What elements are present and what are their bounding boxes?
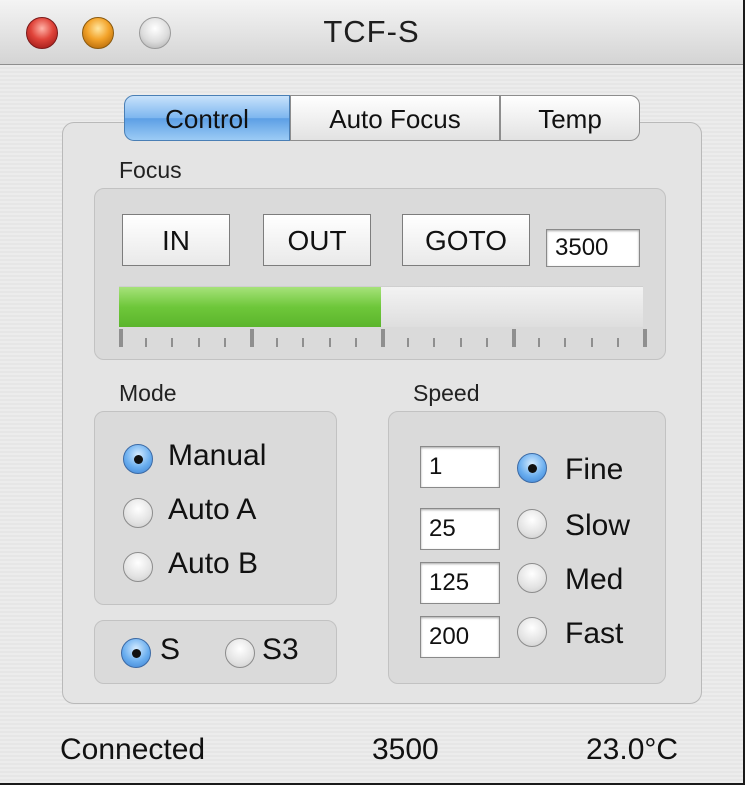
- scale-tick: [433, 338, 436, 347]
- scale-tick: [512, 329, 516, 347]
- speed-med-radio[interactable]: [517, 563, 547, 593]
- speed-fast-radio[interactable]: [517, 617, 547, 647]
- scale-tick: [250, 329, 254, 347]
- connection-status: Connected: [60, 733, 206, 766]
- scale-tick: [564, 338, 567, 347]
- scale-tick: [328, 338, 331, 347]
- focus-in-button[interactable]: IN: [122, 214, 230, 266]
- scale-tick: [643, 329, 647, 347]
- scale-tick: [616, 338, 619, 347]
- mode-auto-a-radio[interactable]: [123, 498, 153, 528]
- mode-auto-b-label[interactable]: Auto B: [168, 547, 258, 581]
- speed-fine-label[interactable]: Fine: [565, 453, 623, 487]
- mode-manual-radio[interactable]: [123, 444, 153, 474]
- scale-tick: [119, 329, 123, 347]
- speed-slow-label[interactable]: Slow: [565, 509, 630, 543]
- focus-label: Focus: [119, 157, 182, 183]
- scale-tick: [381, 329, 385, 347]
- scale-tick: [538, 338, 541, 347]
- tab-bar: Control Auto Focus Temp: [124, 95, 640, 143]
- scale-tick: [590, 338, 593, 347]
- mode-auto-b-radio[interactable]: [123, 552, 153, 582]
- speed-fine-radio[interactable]: [517, 453, 547, 483]
- scale-tick: [459, 338, 462, 347]
- scale-tick: [223, 338, 226, 347]
- mode-label: Mode: [119, 380, 177, 406]
- focus-out-button[interactable]: OUT: [263, 214, 371, 266]
- speed-slow-field[interactable]: 25: [420, 508, 500, 550]
- speed-fast-label[interactable]: Fast: [565, 617, 623, 651]
- model-s3-label[interactable]: S3: [262, 633, 299, 667]
- focus-position-bar: [119, 286, 643, 327]
- scale-tick: [354, 338, 357, 347]
- speed-fine-field[interactable]: 1: [420, 446, 500, 488]
- focus-position-fill: [119, 287, 381, 327]
- scale-tick: [407, 338, 410, 347]
- goto-position-field[interactable]: 3500: [546, 229, 640, 267]
- mode-manual-label[interactable]: Manual: [168, 439, 266, 473]
- focuser-position-readout: 3500: [372, 733, 439, 766]
- goto-button[interactable]: GOTO: [402, 214, 530, 266]
- scale-tick: [145, 338, 148, 347]
- tab-temp[interactable]: Temp: [500, 95, 640, 141]
- mode-auto-a-label[interactable]: Auto A: [168, 493, 256, 527]
- speed-slow-radio[interactable]: [517, 509, 547, 539]
- model-s3-radio[interactable]: [225, 638, 255, 668]
- speed-med-label[interactable]: Med: [565, 563, 623, 597]
- scale-tick: [485, 338, 488, 347]
- scale-tick: [171, 338, 174, 347]
- temperature-readout: 23.0°C: [586, 733, 679, 766]
- app-window: TCF-S Control Auto Focus Temp Focus IN O…: [0, 0, 745, 785]
- model-s-radio[interactable]: [121, 638, 151, 668]
- speed-med-field[interactable]: 125: [420, 562, 500, 604]
- model-s-label[interactable]: S: [160, 633, 180, 667]
- window-title: TCF-S: [323, 14, 420, 49]
- speed-label: Speed: [413, 380, 480, 406]
- scale-tick: [302, 338, 305, 347]
- tab-control[interactable]: Control: [124, 95, 290, 141]
- focus-position-ticks: [119, 329, 647, 347]
- window-content: Control Auto Focus Temp Focus IN OUT GOT…: [0, 65, 743, 783]
- tab-auto-focus[interactable]: Auto Focus: [290, 95, 500, 141]
- speed-fast-field[interactable]: 200: [420, 616, 500, 658]
- scale-tick: [276, 338, 279, 347]
- scale-tick: [197, 338, 200, 347]
- title-bar[interactable]: TCF-S: [0, 0, 743, 65]
